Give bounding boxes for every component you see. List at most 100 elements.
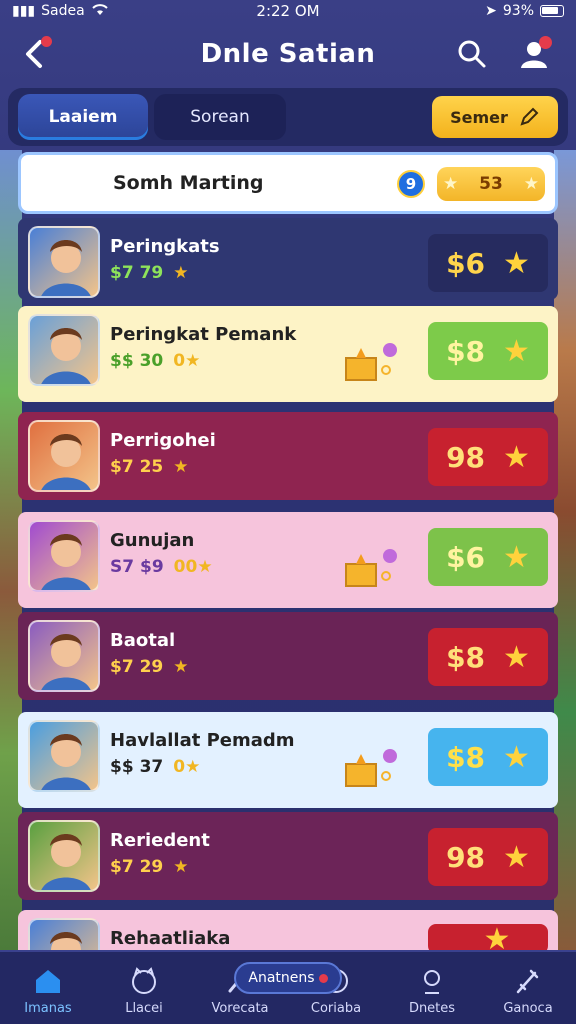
nav-item-llacei[interactable]: Llacei xyxy=(104,967,184,1016)
player-name: Baotal xyxy=(110,630,176,651)
pin-icon xyxy=(424,970,440,994)
player-name: Reriedent xyxy=(110,830,210,851)
leaderboard-card[interactable]: Rehaatliaka ★ xyxy=(18,910,558,950)
player-meta: $7 29 ★ xyxy=(110,657,188,677)
leaderboard-card[interactable]: Peringkat Pemank $$ 30 0★ $8 ★ xyxy=(18,306,558,402)
tab-laaiem[interactable]: Laaiem xyxy=(18,94,148,140)
back-button[interactable] xyxy=(14,34,54,74)
price-button[interactable]: $8 ★ xyxy=(428,628,548,686)
card-text: Gunujan S7 $9 00★ xyxy=(110,530,213,577)
avatar xyxy=(28,918,100,950)
search-icon xyxy=(458,40,486,68)
home-icon xyxy=(36,970,60,993)
help-badge[interactable]: 9 xyxy=(397,170,425,198)
leaderboard-card[interactable]: Havlallat Pemadm $$ 37 0★ $8 ★ xyxy=(18,712,558,808)
nav-item-dnetes[interactable]: Dnetes xyxy=(392,967,472,1016)
player-stars: 00★ xyxy=(173,557,213,577)
price-button[interactable]: 98 ★ xyxy=(428,828,548,886)
price-button[interactable]: 98 ★ xyxy=(428,428,548,486)
card-text: Peringkats $7 79 ★ xyxy=(110,236,220,283)
nav-item-home[interactable]: Imanas xyxy=(8,967,88,1016)
player-meta: $7 25 ★ xyxy=(110,457,216,477)
card-text: Havlallat Pemadm $$ 37 0★ xyxy=(110,730,295,777)
player-meta: $$ 30 0★ xyxy=(110,351,296,371)
price-button[interactable]: ★ xyxy=(428,921,548,951)
tab-sorean[interactable]: Sorean xyxy=(154,94,286,140)
leaderboard-card[interactable]: Baotal $7 29 ★ $8 ★ xyxy=(18,612,558,700)
status-bar: ▮▮▮ Sadea 2:22 OM ➤ 93% xyxy=(0,0,576,22)
price-value: $6 xyxy=(446,540,486,574)
avatar xyxy=(28,420,100,492)
player-stars: ★ xyxy=(173,657,189,677)
avatar xyxy=(28,820,100,892)
star-icon: ★ xyxy=(483,921,511,951)
leaderboard-card[interactable]: Reriedent $7 29 ★ 98 ★ xyxy=(18,812,558,900)
profile-button[interactable] xyxy=(514,34,554,74)
sword-icon xyxy=(516,969,539,994)
price-value: $6 xyxy=(446,246,486,280)
bottom-nav: Imanas Llacei Vorecata Coriaba Dnetes Ga… xyxy=(0,950,576,1024)
star-icon: ★ xyxy=(503,333,530,369)
player-name: Gunujan xyxy=(110,530,195,551)
wifi-icon xyxy=(91,2,109,20)
player-score: $7 29 xyxy=(110,857,164,877)
leaderboard-card[interactable]: Peringkats $7 79 ★ $6 ★ xyxy=(18,218,558,300)
cat-icon xyxy=(132,967,156,994)
nav-label: Vorecata xyxy=(211,1001,269,1016)
star-icon: ★ xyxy=(523,174,539,194)
star-icon: ★ xyxy=(503,539,530,575)
player-score: $7 79 xyxy=(110,263,164,283)
semer-button[interactable]: Semer xyxy=(432,96,558,138)
pencil-icon xyxy=(520,107,539,126)
notification-dot xyxy=(41,36,52,47)
player-stars: 0★ xyxy=(173,351,201,371)
player-meta: S7 $9 00★ xyxy=(110,557,213,577)
carrier-label: Sadea xyxy=(41,3,85,19)
center-pill-button[interactable]: Anatnens xyxy=(234,962,342,994)
price-button[interactable]: $8 ★ xyxy=(428,728,548,786)
status-left: ▮▮▮ Sadea xyxy=(12,2,109,20)
tabs-row: Laaiem Sorean Semer xyxy=(8,88,568,146)
player-stars: 0★ xyxy=(173,757,201,777)
price-value: 98 xyxy=(446,440,486,474)
price-button[interactable]: $6 ★ xyxy=(428,234,548,292)
player-score: $7 25 xyxy=(110,457,164,477)
gift-box-icon xyxy=(342,340,398,388)
player-name: Havlallat Pemadm xyxy=(110,730,295,751)
signal-icon: ▮▮▮ xyxy=(12,3,36,19)
leaderboard-card[interactable]: Gunujan S7 $9 00★ $6 ★ xyxy=(18,512,558,608)
semer-label: Semer xyxy=(450,107,508,127)
status-right: ➤ 93% xyxy=(485,3,564,19)
leaderboard-list: Somh Marting 9 ★ 53 ★ Peringkats $7 79 ★ $6… xyxy=(18,150,558,950)
star-icon: ★ xyxy=(443,174,459,194)
price-value: 98 xyxy=(446,840,486,874)
gift-box-icon xyxy=(342,546,398,594)
price-button[interactable]: $6 ★ xyxy=(428,528,548,586)
nav-item-ganoca[interactable]: Ganoca xyxy=(488,967,568,1016)
player-score: $7 29 xyxy=(110,657,164,677)
player-stars: ★ xyxy=(173,263,189,283)
player-score: $$ 30 xyxy=(110,351,164,371)
star-icon: ★ xyxy=(503,639,530,675)
player-meta: $$ 37 0★ xyxy=(110,757,295,777)
location-icon: ➤ xyxy=(485,3,497,19)
search-row[interactable]: Somh Marting 9 ★ 53 ★ xyxy=(18,152,558,214)
player-score: S7 $9 xyxy=(110,557,164,577)
card-text: Peringkat Pemank $$ 30 0★ xyxy=(110,324,296,371)
price-button[interactable]: $8 ★ xyxy=(428,322,548,380)
player-stars: ★ xyxy=(173,457,189,477)
leaderboard-card[interactable]: Perrigohei $7 25 ★ 98 ★ xyxy=(18,412,558,500)
notification-dot xyxy=(539,36,552,49)
card-text: Reriedent $7 29 ★ xyxy=(110,830,210,877)
card-text: Perrigohei $7 25 ★ xyxy=(110,430,216,477)
player-score: $$ 37 xyxy=(110,757,164,777)
search-button[interactable] xyxy=(454,36,490,72)
player-name: Rehaatliaka xyxy=(110,928,231,949)
player-name: Peringkats xyxy=(110,236,220,257)
nav-label: Coriaba xyxy=(310,1001,362,1016)
nav-label: Llacei xyxy=(125,1001,163,1016)
player-stars: ★ xyxy=(173,857,189,877)
player-meta: $7 79 ★ xyxy=(110,263,220,283)
avatar xyxy=(28,520,100,592)
score-pill[interactable]: ★ 53 ★ xyxy=(437,167,545,201)
